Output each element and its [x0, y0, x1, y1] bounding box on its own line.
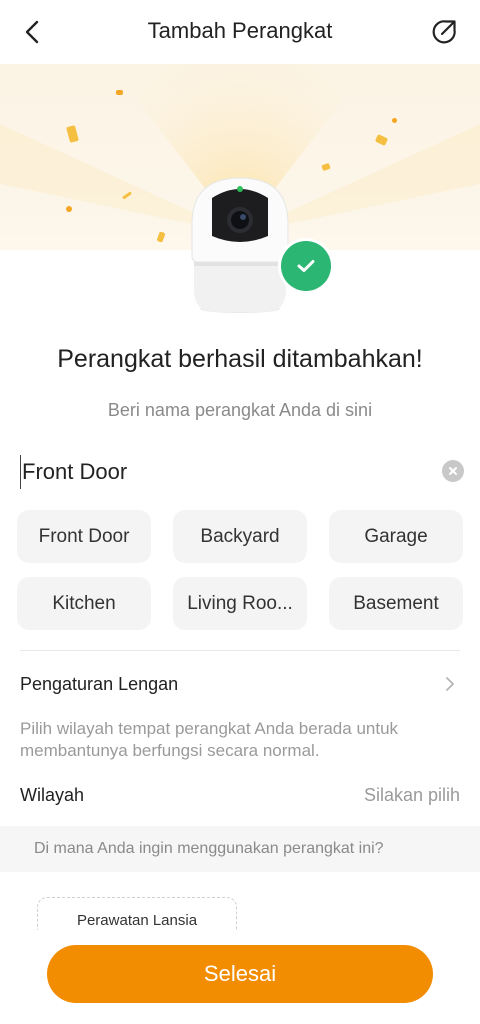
confetti-piece: [116, 90, 123, 95]
success-check-badge: [281, 241, 331, 291]
chevron-right-icon: [440, 674, 460, 694]
name-prompt: Beri nama perangkat Anda di sini: [107, 400, 373, 420]
success-message: Perangkat berhasil ditambahkan!: [57, 345, 423, 373]
arm-settings-label: Pengaturan Lengan: [20, 673, 179, 694]
checkmark-icon: [297, 260, 315, 272]
section-divider: [20, 650, 460, 651]
usage-question-banner: Di mana Anda ingin menggunakan perangkat…: [0, 826, 480, 872]
name-suggestion-chip[interactable]: Kitchen: [17, 577, 151, 630]
arm-settings-row[interactable]: Pengaturan Lengan: [20, 664, 460, 704]
share-external-icon: [432, 20, 456, 44]
page-title: Tambah Perangkat: [147, 18, 333, 43]
region-label: Wilayah: [20, 784, 85, 805]
clear-input-button[interactable]: [442, 460, 464, 482]
region-description: Pilih wilayah tempat perangkat Anda bera…: [20, 719, 399, 760]
camera-device-image: [191, 177, 289, 313]
top-bar: Tambah Perangkat: [0, 0, 480, 64]
name-suggestion-chip[interactable]: Basement: [329, 577, 463, 630]
name-suggestion-chip[interactable]: Backyard: [173, 510, 307, 563]
device-name-field: [20, 455, 464, 489]
share-button[interactable]: [428, 16, 460, 48]
name-suggestion-chip[interactable]: Garage: [329, 510, 463, 563]
region-value: Silakan pilih: [363, 784, 460, 805]
confetti-piece: [392, 118, 397, 123]
name-suggestion-chip[interactable]: Front Door: [17, 510, 151, 563]
name-suggestion-chip[interactable]: Living Roo...: [173, 577, 307, 630]
confetti-piece: [66, 206, 72, 212]
usage-question: Di mana Anda ingin menggunakan perangkat…: [34, 840, 384, 857]
device-name-input[interactable]: [20, 455, 420, 489]
region-selector-row[interactable]: Wilayah Silakan pilih: [20, 778, 460, 812]
close-icon: [449, 467, 457, 475]
usage-option-label: Perawatan Lansia: [76, 912, 198, 929]
done-button[interactable]: Selesai: [47, 945, 433, 1003]
